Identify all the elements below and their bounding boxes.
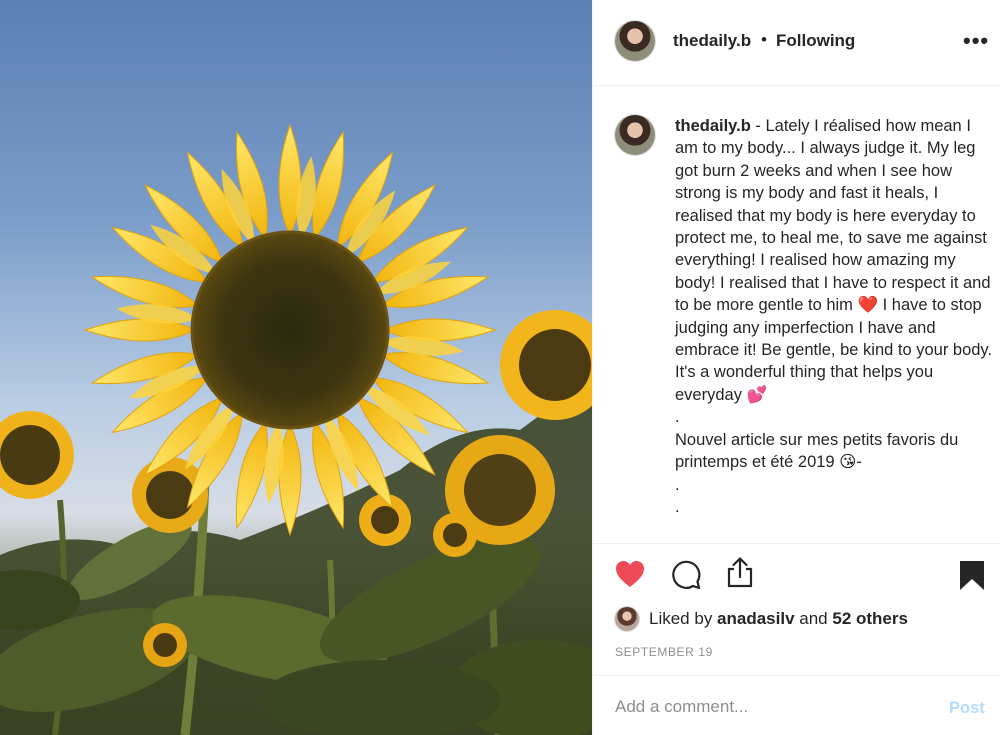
liker-username[interactable]: anadasilv <box>717 609 795 628</box>
comment-input[interactable] <box>615 694 935 720</box>
add-comment-bar: Post <box>593 675 1000 735</box>
caption-dot: . <box>675 497 680 516</box>
post-photo[interactable] <box>0 0 592 735</box>
caption-line: Nouvel article sur mes petits favoris du… <box>675 430 959 472</box>
share-icon[interactable] <box>725 556 755 588</box>
post-details-panel: thedaily.b • Following ••• thedaily.b - … <box>592 0 1000 735</box>
sunflower-field-image <box>0 123 592 735</box>
post-caption: thedaily.b - Lately I réalised how mean … <box>675 115 995 518</box>
caption-text: - Lately I réalised how mean I am to my … <box>675 117 993 404</box>
caption-avatar[interactable] <box>615 115 655 155</box>
header-separator: • <box>761 30 767 49</box>
action-bar <box>593 543 1000 613</box>
author-username[interactable]: thedaily.b <box>673 31 751 51</box>
likes-prefix: Liked by <box>649 609 718 628</box>
heart-icon[interactable] <box>615 560 645 588</box>
post-header: thedaily.b • Following ••• <box>593 0 1000 86</box>
likes-summary: Liked by anadasilv and 52 others <box>615 606 995 632</box>
caption-dot: . <box>675 408 680 427</box>
post-date[interactable]: SEPTEMBER 19 <box>615 645 713 659</box>
liker-avatar[interactable] <box>615 607 639 631</box>
likes-mid: and <box>794 609 833 628</box>
caption-dot: . <box>675 475 680 494</box>
caption-username[interactable]: thedaily.b <box>675 117 751 135</box>
post-comment-button[interactable]: Post <box>949 699 985 718</box>
likes-others-link[interactable]: 52 others <box>832 609 908 628</box>
comment-icon[interactable] <box>671 560 701 590</box>
bookmark-icon[interactable] <box>959 560 985 591</box>
more-icon[interactable]: ••• <box>963 28 989 54</box>
following-button[interactable]: Following <box>776 31 855 51</box>
author-avatar[interactable] <box>615 21 655 61</box>
